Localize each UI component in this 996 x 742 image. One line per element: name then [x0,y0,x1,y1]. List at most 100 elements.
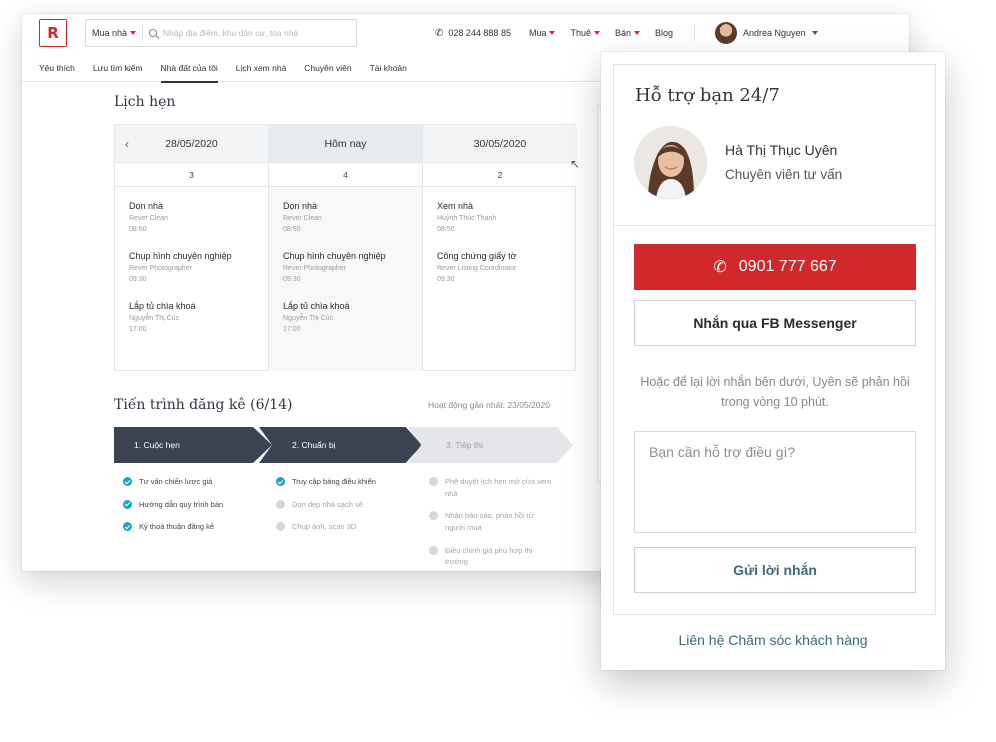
checklist-item: Nhận báo cáo, phản hồi từ người mua [429,510,553,533]
top-navbar: R Mua nhà ✆ 028 244 888 85 Mua Thuê Bán … [22,14,909,52]
day-count: 2 [423,163,577,187]
checklist-item: Phê duyệt lịch hẹn mở cửa xem nhà [429,476,553,499]
check-circle-icon [123,522,132,532]
appointment[interactable]: Chụp hình chuyên nghiệp Rever Photograph… [129,251,254,285]
appointment[interactable]: Dọn nhà Rever Clean 08:50 [283,201,408,235]
call-number: 0901 777 667 [738,258,837,275]
step-preparation[interactable]: 2. Chuẩn bị [259,427,422,463]
appointment[interactable]: Xem nhà Huỳnh Thúc Thanh 08:50 [437,201,563,235]
tab-viewing-schedule[interactable]: Lịch xem nhà [236,54,287,82]
checklist-appointment: Tư vấn chiến lược giá Hướng dẫn quy trìn… [123,476,263,544]
day-count: 4 [269,163,422,187]
top-nav-links: ✆ 028 244 888 85 Mua Thuê Bán Blog Andre… [435,14,818,52]
appointment-title: Công chứng giấy tờ [437,251,517,261]
checklist-text: Chụp ảnh, scan 3D [292,522,357,532]
pending-circle-icon [429,477,438,486]
user-menu[interactable]: Andrea Nguyen [715,22,818,44]
checklist-preparation: Truy cập bảng điều khiển Dọn dẹp nhà sạc… [276,476,416,544]
calendar-day: ‹ 28/05/2020 3 Dọn nhà Rever Clean 08:50… [115,125,269,370]
checklist-item: Truy cập bảng điều khiển [276,476,416,488]
appointment-person: Rever Photographer [283,265,347,272]
user-name: Andrea Nguyen [743,28,806,38]
avatar [715,22,738,44]
menu-blog[interactable]: Blog [655,28,673,38]
schedule-title: Lịch hẹn [114,94,176,110]
checklist-item: Ký thoả thuận đăng kê [123,521,263,533]
day-appointments: Dọn nhà Rever Clean 08:50 Chụp hình chuy… [115,187,268,335]
fb-messenger-button[interactable]: Nhắn qua FB Messenger [634,300,916,346]
appointment-title: Chụp hình chuyên nghiệp [283,251,386,261]
checklist-item: Dọn dẹp nhà sạch sẽ [276,499,416,511]
checklist-text: Ký thoả thuận đăng kê [139,522,215,532]
appointment-time: 08:50 [283,225,301,233]
appointment[interactable]: Lắp tủ chìa khoá Nguyễn Thị Cúc 17:00 [283,301,408,335]
calendar-day-today: Hôm nay 4 Dọn nhà Rever Clean 08:50 Chụp… [269,125,423,371]
chevron-down-icon [634,31,640,35]
rever-logo[interactable]: R [39,19,67,47]
agent-role: Chuyên viên tư vấn [725,167,843,182]
pending-circle-icon [276,499,285,509]
agent-avatar [634,126,707,199]
schedule-calendar: ‹ 28/05/2020 3 Dọn nhà Rever Clean 08:50… [114,124,577,371]
hotline[interactable]: ✆ 028 244 888 85 [435,28,511,39]
search-icon [149,29,158,37]
tab-favorites[interactable]: Yêu thích [39,54,75,82]
chevron-left-icon[interactable]: ‹ [125,137,129,151]
day-appointments: Xem nhà Huỳnh Thúc Thanh 08:50 Công chứn… [423,187,577,285]
pending-circle-icon [276,522,285,532]
tab-account[interactable]: Tài khoản [370,54,407,82]
appointment-person: Huỳnh Thúc Thanh [437,215,497,222]
search-input[interactable] [163,28,354,38]
checklist-item: Điều chỉnh giá phù hợp thị trường [429,545,553,568]
nav-divider [694,25,696,41]
chevron-down-icon [130,31,137,35]
menu-rent[interactable]: Thuê [570,28,600,38]
appointment-title: Lắp tủ chìa khoá [283,301,350,311]
agent-name: Hà Thị Thục Uyên [725,142,838,158]
day-label: 28/05/2020 [165,137,218,150]
tab-saved-searches[interactable]: Lưu tìm kiếm [93,54,143,82]
check-circle-icon [123,499,132,509]
day-header: 30/05/2020 [423,125,577,163]
appointment-person: Rever Clean [129,215,168,222]
day-label: Hôm nay [324,137,367,150]
calendar-day: 30/05/2020 2 Xem nhà Huỳnh Thúc Thanh 08… [423,125,577,370]
search-mode-dropdown[interactable]: Mua nhà [86,25,144,41]
step-marketing[interactable]: 3. Tiếp thị [408,427,573,463]
menu-sell[interactable]: Bán [615,28,640,38]
tab-agents[interactable]: Chuyên viên [304,54,351,82]
appointment[interactable]: Chụp hình chuyên nghiệp Rever Photograph… [283,251,408,285]
appointment-person: Rever Clean [283,215,322,222]
appointment[interactable]: Dọn nhà Rever Clean 08:50 [129,201,254,235]
appointment[interactable]: Công chứng giấy tờ Rever Listing Coordin… [437,251,563,285]
menu-buy[interactable]: Mua [529,28,556,38]
appointment-time: 09:30 [283,275,301,283]
progress-steps: 1. Cuộc hẹn 2. Chuẩn bị 3. Tiếp thị [114,427,584,463]
checklist-text: Truy cập bảng điều khiển [292,477,376,486]
call-button[interactable]: ✆ 0901 777 667 [634,244,916,290]
appointment-title: Dọn nhà [129,201,164,211]
menu-label: Blog [655,28,674,38]
appointment-person: Rever Photographer [129,265,193,272]
appointment-time: 08:50 [437,225,455,233]
step-appointment[interactable]: 1. Cuộc hẹn [114,427,272,463]
tab-my-properties[interactable]: Nhà đất của tôi [160,54,218,83]
appointment-title: Chụp hình chuyên nghiệp [129,251,232,261]
mouse-cursor-icon: ↖ [570,157,581,171]
chevron-down-icon [593,31,600,35]
appointment[interactable]: Lắp tủ chìa khoá Nguyễn Thị Cúc 17:00 [129,301,254,335]
send-message-button[interactable]: Gửi lời nhắn [634,547,916,593]
checklist-text: Tư vấn chiến lược giá [139,477,213,486]
day-count: 3 [115,163,268,187]
menu-label: Mua [528,28,547,38]
appointment-person: Rever Listing Coordinator [437,265,517,272]
customer-care-link[interactable]: Liên hệ Chăm sóc khách hàng [601,632,945,648]
phone-icon: ✆ [713,259,727,276]
logo-letter: R [47,24,59,42]
appointment-time: 08:50 [129,225,147,233]
appointment-time: 17:00 [283,325,301,333]
chevron-down-icon [811,31,818,35]
support-panel: Hỗ trợ bạn 24/7 Hà Thị Thục Uyên Chuyên … [613,64,936,615]
message-input[interactable] [634,431,916,533]
pending-circle-icon [429,545,438,555]
